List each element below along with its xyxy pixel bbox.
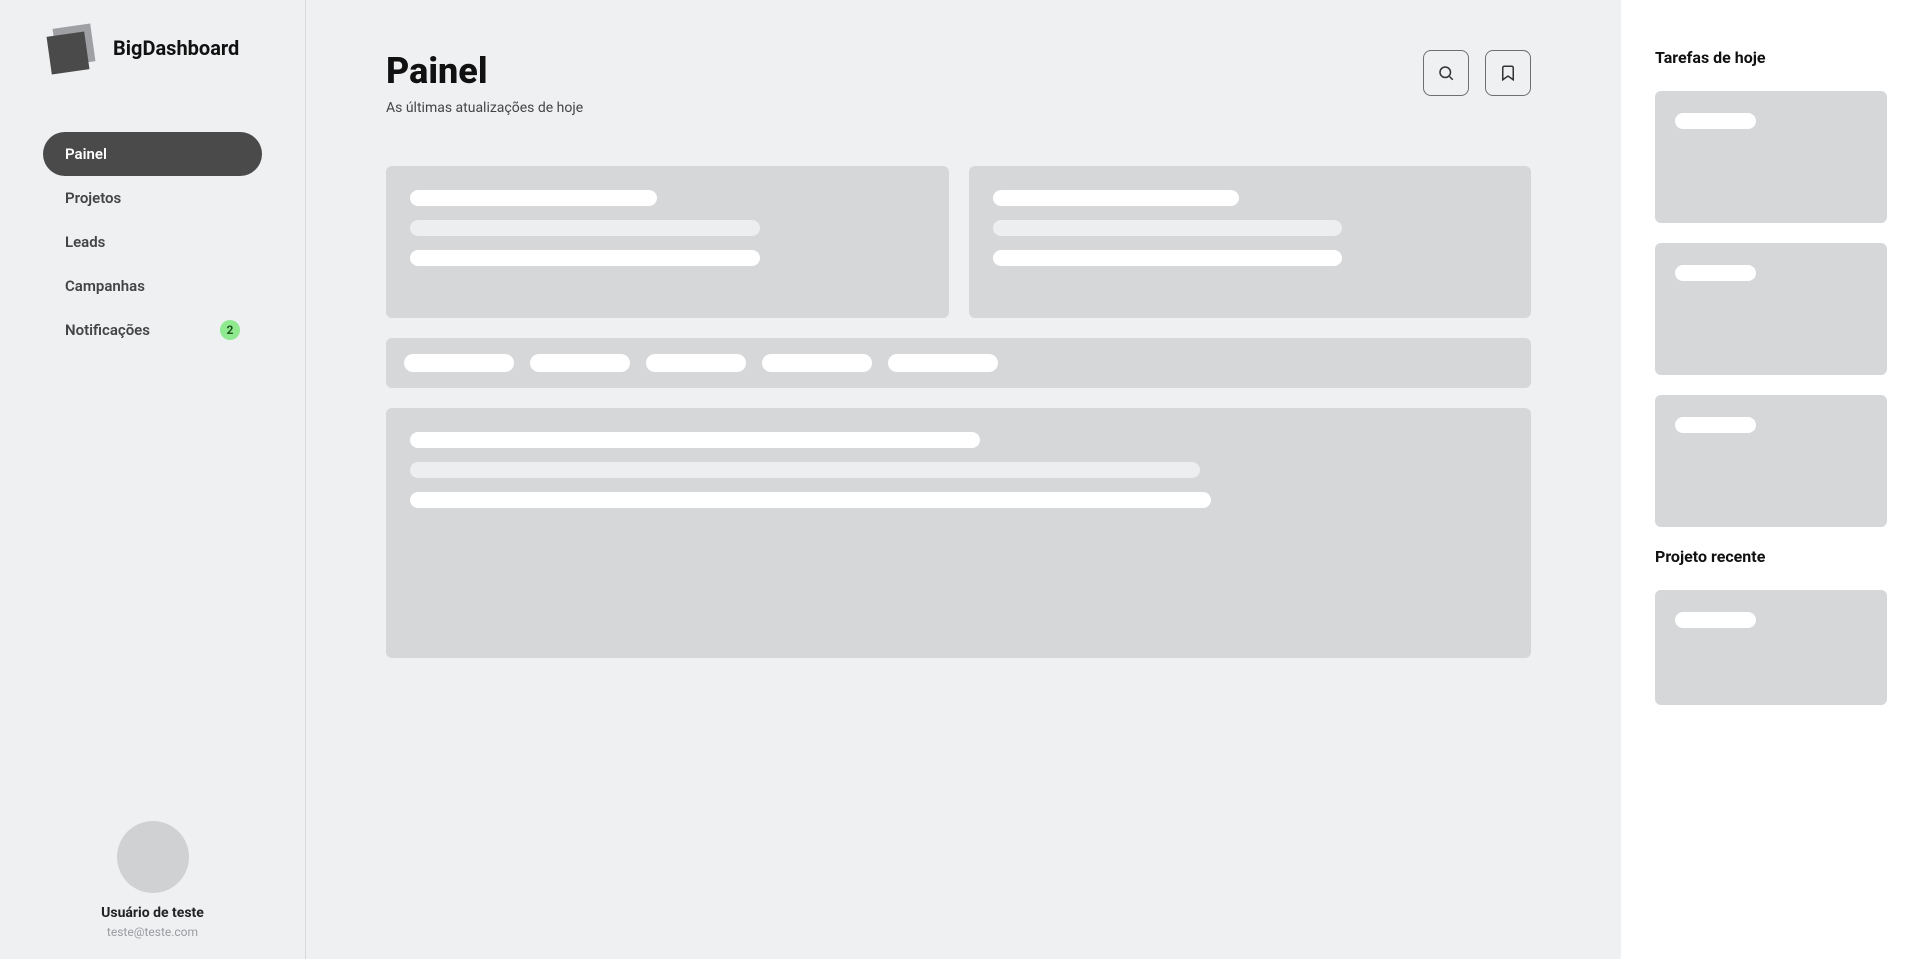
nav: Painel Projetos Leads Campanhas Notifica… — [0, 132, 305, 352]
search-button[interactable] — [1423, 50, 1469, 96]
nav-item-campanhas[interactable]: Campanhas — [43, 264, 262, 308]
brand-logo-icon — [45, 22, 97, 74]
skeleton-task-card — [1655, 91, 1887, 223]
skeleton-row-top — [386, 166, 1531, 318]
nav-item-leads[interactable]: Leads — [43, 220, 262, 264]
notifications-badge: 2 — [220, 320, 240, 340]
header-actions — [1423, 50, 1531, 96]
skeleton-task-card — [1655, 395, 1887, 527]
brand-title: BigDashboard — [113, 36, 239, 60]
skeleton-project-card — [1655, 590, 1887, 705]
nav-item-notificacoes[interactable]: Notificações 2 — [43, 308, 262, 352]
skeleton-task-card — [1655, 243, 1887, 375]
user-block: Usuário de teste teste@teste.com — [0, 821, 305, 939]
sidebar: BigDashboard Painel Projetos Leads Campa… — [0, 0, 306, 959]
tasks-heading: Tarefas de hoje — [1655, 48, 1887, 67]
nav-item-painel[interactable]: Painel — [43, 132, 262, 176]
avatar[interactable] — [117, 821, 189, 893]
bookmark-button[interactable] — [1485, 50, 1531, 96]
user-name: Usuário de teste — [0, 905, 305, 921]
nav-item-label: Leads — [65, 233, 105, 251]
skeleton-tags-card — [386, 338, 1531, 388]
bookmark-icon — [1499, 64, 1517, 82]
page-title: Painel — [386, 50, 583, 92]
skeleton-row-big — [386, 408, 1531, 658]
nav-item-label: Painel — [65, 145, 107, 163]
nav-item-label: Campanhas — [65, 277, 145, 295]
right-panel: Tarefas de hoje Projeto recente — [1621, 0, 1921, 959]
project-heading: Projeto recente — [1655, 547, 1887, 566]
brand: BigDashboard — [0, 22, 305, 74]
nav-item-label: Notificações — [65, 321, 150, 339]
user-email: teste@teste.com — [0, 925, 305, 939]
nav-item-projetos[interactable]: Projetos — [43, 176, 262, 220]
main-heading-block: Painel As últimas atualizações de hoje — [386, 50, 583, 116]
search-icon — [1437, 64, 1455, 82]
page-subtitle: As últimas atualizações de hoje — [386, 100, 583, 116]
nav-item-label: Projetos — [65, 189, 121, 207]
main-header: Painel As últimas atualizações de hoje — [386, 50, 1531, 116]
skeleton-big-card — [386, 408, 1531, 658]
skeleton-card — [386, 166, 949, 318]
skeleton-card — [969, 166, 1532, 318]
skeleton-row-tags — [386, 338, 1531, 388]
main: Painel As últimas atualizações de hoje — [306, 0, 1621, 959]
